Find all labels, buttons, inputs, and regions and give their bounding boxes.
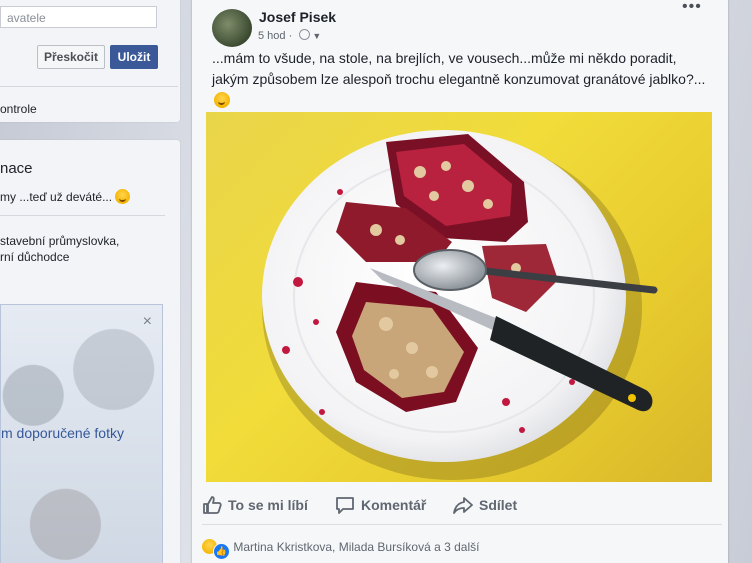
pomegranate-photo — [262, 130, 658, 480]
intro-line: my ...teď už deváté... — [0, 189, 131, 204]
intro-heading: nace — [0, 160, 33, 177]
comment-label: Komentář — [361, 497, 427, 513]
featured-photos-card[interactable]: × m doporučené fotky — [0, 304, 163, 563]
comment-icon — [336, 497, 354, 514]
comment-button[interactable]: Komentář — [335, 496, 426, 514]
profile-work: stavební průmyslovka, — [0, 234, 120, 248]
post-meta: 5 hod · ▼ — [258, 29, 322, 42]
reactions-summary[interactable]: 👍 Martina Kkristkova, Milada Bursíková a… — [202, 539, 479, 560]
divider — [202, 524, 722, 525]
avatar[interactable] — [212, 9, 252, 47]
share-icon — [453, 497, 473, 514]
like-label: To se mi líbí — [228, 497, 308, 513]
more-options-icon[interactable]: ••• — [682, 0, 702, 16]
skip-button[interactable]: Přeskočit — [37, 45, 105, 69]
smile-emoji-icon — [214, 92, 230, 108]
divider — [0, 86, 178, 87]
divider — [0, 215, 165, 216]
post-text-body: ...mám to všude, na stole, na brejlích, … — [212, 50, 706, 87]
post-time[interactable]: 5 hod — [258, 30, 286, 42]
reactions-names: Martina Kkristkova, Milada Bursíková a 3… — [233, 540, 480, 554]
post-author[interactable]: Josef Pisek — [259, 9, 336, 25]
share-label: Sdílet — [479, 497, 518, 513]
screen: avatele Přeskočit Uložit ontrole nace my… — [0, 0, 752, 563]
thumbs-up-icon — [203, 496, 222, 514]
intro-line-text: my ...teď už deváté... — [0, 190, 113, 204]
globe-icon[interactable] — [299, 29, 311, 40]
post-actions: To se mi líbí Komentář Sdílet — [202, 486, 722, 522]
caret-down-icon[interactable]: ▼ — [312, 31, 321, 41]
save-button[interactable]: Uložit — [110, 45, 158, 69]
name-input[interactable]: avatele — [0, 6, 157, 28]
control-text[interactable]: ontrole — [0, 102, 37, 116]
like-button[interactable]: To se mi líbí — [202, 496, 308, 514]
post-image[interactable] — [206, 112, 712, 482]
post-text: ...mám to všude, na stole, na brejlích, … — [212, 48, 706, 111]
share-button[interactable]: Sdílet — [453, 496, 517, 514]
close-icon[interactable]: × — [143, 313, 152, 331]
profile-status: rní důchodce — [0, 250, 70, 264]
like-reaction-icon: 👍 — [213, 543, 230, 560]
smile-emoji-icon — [115, 189, 131, 204]
featured-photos-link[interactable]: m doporučené fotky — [1, 425, 124, 441]
